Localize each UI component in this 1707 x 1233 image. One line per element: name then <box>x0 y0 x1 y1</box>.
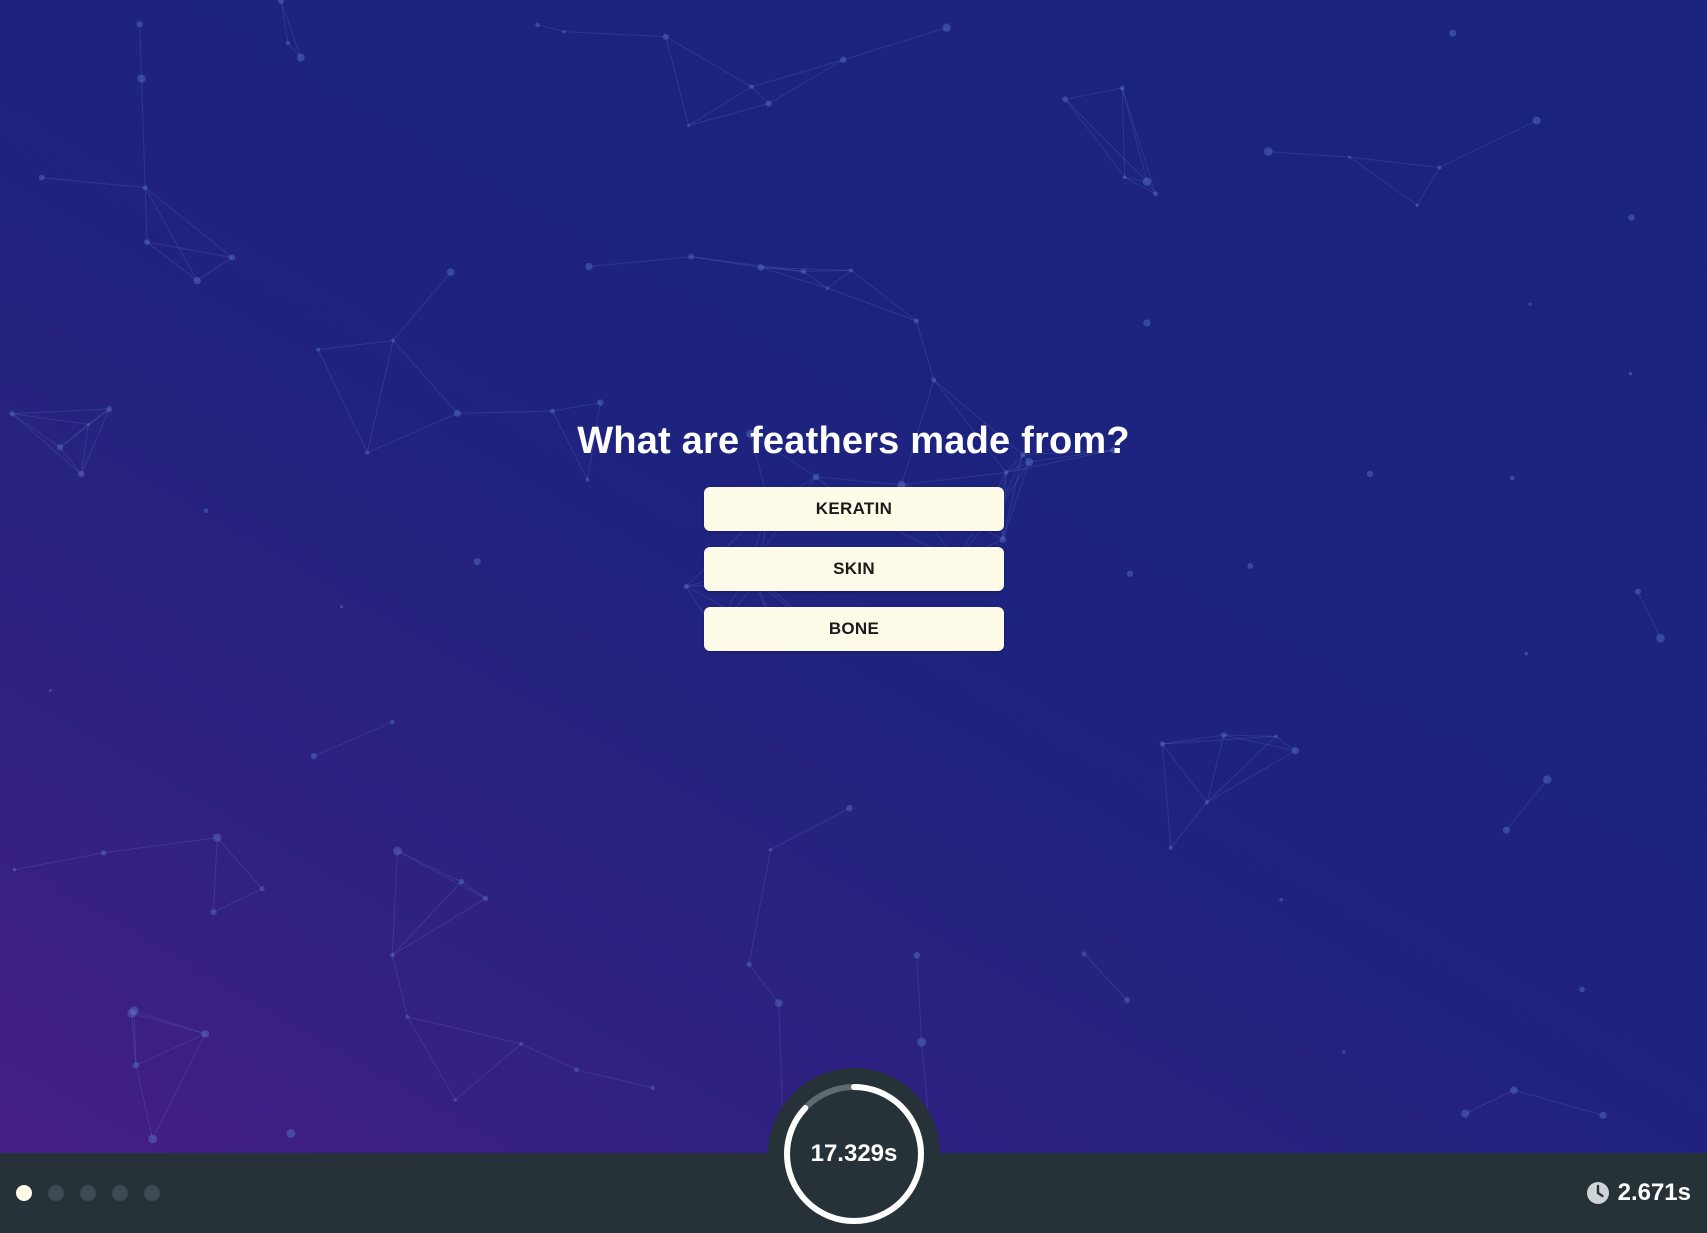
progress-dot-1 <box>16 1185 32 1201</box>
progress-dot-4 <box>112 1185 128 1201</box>
clock-icon <box>1586 1182 1609 1204</box>
elapsed-time-label: 2.671s <box>1617 1179 1691 1206</box>
answer-button-skin[interactable]: SKIN <box>704 547 1004 591</box>
progress-dot-5 <box>144 1185 160 1201</box>
timer-remaining-label: 17.329s <box>810 1140 898 1167</box>
question-title: What are feathers made from? <box>577 420 1130 462</box>
progress-dot-3 <box>80 1185 96 1201</box>
answer-button-keratin[interactable]: KERATIN <box>704 487 1004 531</box>
elapsed-time: 2.671s <box>1586 1178 1691 1208</box>
answer-button-bone[interactable]: BONE <box>704 607 1004 651</box>
countdown-timer: 17.329s <box>768 1068 940 1233</box>
answer-list: KERATIN SKIN BONE <box>704 487 1004 667</box>
question-progress-dots <box>16 1185 160 1201</box>
progress-dot-2 <box>48 1185 64 1201</box>
